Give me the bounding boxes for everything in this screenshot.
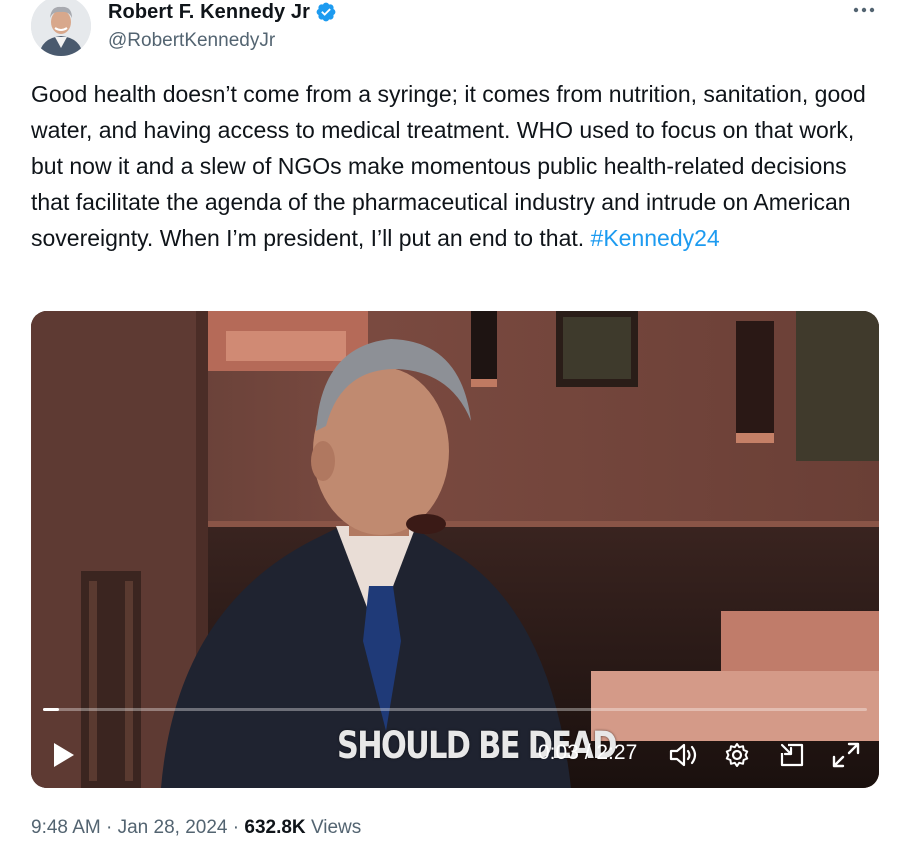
tweet-body: Good health doesn’t come from a syringe;… — [31, 81, 866, 251]
video-progress-fill — [43, 708, 60, 711]
minimize-player-button[interactable] — [778, 741, 806, 774]
tweet-text: Good health doesn’t come from a syringe;… — [31, 76, 881, 256]
video-frame — [31, 311, 879, 788]
video-progress-bar[interactable] — [43, 708, 867, 711]
author-handle[interactable]: @RobertKennedyJr — [108, 30, 337, 52]
tweet-meta: 9:48 AM · Jan 28, 2024 · 632.8K Views — [31, 817, 361, 839]
fullscreen-icon — [832, 742, 860, 768]
video-time: 0:03 / 2:27 — [538, 741, 638, 764]
avatar[interactable] — [31, 0, 91, 56]
volume-button[interactable] — [668, 741, 700, 774]
views-label: Views — [310, 817, 362, 838]
volume-icon — [669, 743, 697, 767]
play-button[interactable] — [51, 741, 77, 774]
gear-icon — [725, 743, 749, 767]
tweet-time[interactable]: 9:48 AM — [31, 817, 101, 838]
meta-separator: · — [232, 817, 240, 838]
more-button[interactable] — [847, 0, 881, 20]
verified-badge-icon[interactable] — [315, 1, 337, 23]
author-block: Robert F. Kennedy Jr @RobertKennedyJr — [108, 0, 337, 52]
meta-separator: · — [106, 817, 113, 838]
minimize-player-icon — [780, 743, 804, 767]
tweet-date[interactable]: Jan 28, 2024 — [118, 817, 228, 838]
views-count[interactable]: 632.8K — [244, 817, 305, 838]
more-horizontal-icon — [853, 7, 875, 13]
play-icon — [54, 743, 74, 767]
video-player[interactable]: SHOULD BE DEAD 0:03 / 2:27 — [31, 311, 879, 788]
hashtag-link[interactable]: #Kennedy24 — [591, 225, 720, 251]
fullscreen-button[interactable] — [831, 741, 861, 774]
tweet: Robert F. Kennedy Jr @RobertKennedyJr Go… — [0, 0, 901, 842]
settings-button[interactable] — [723, 741, 751, 774]
display-name[interactable]: Robert F. Kennedy Jr — [108, 1, 310, 24]
